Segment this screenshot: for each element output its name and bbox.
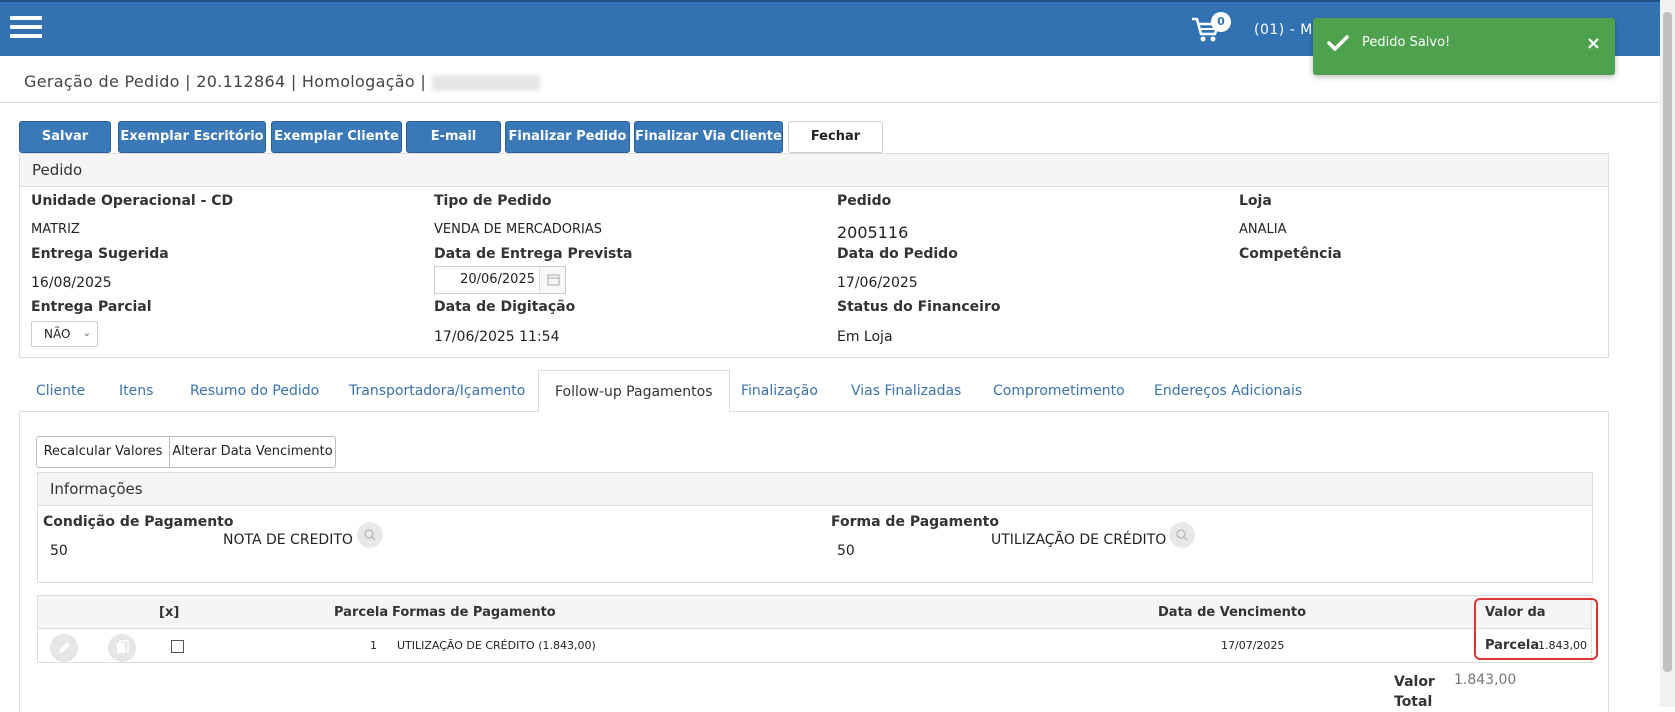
close-icon[interactable]: × <box>1586 33 1601 54</box>
pedido-label: Pedido <box>837 193 892 209</box>
page-title-text: Geração de Pedido | 20.112864 | Homologa… <box>24 72 427 91</box>
forma-pagamento-code: 50 <box>837 543 855 559</box>
loja-value: ANALIA <box>1239 222 1287 237</box>
vencimento-cell: 17/07/2025 <box>1221 639 1285 652</box>
pedido-number: 2005116 <box>837 223 909 242</box>
forma-cell: UTILIZAÇÃO DE CRÉDITO (1.843,00) <box>397 639 596 652</box>
parcelas-table: [x] Parcela Formas de Pagamento Data de … <box>37 595 1592 663</box>
valor-total-label-line1: Valor <box>1394 674 1435 690</box>
data-entrega-prevista-label: Data de Entrega Prevista <box>434 246 633 262</box>
valor-total-label: Valor Total <box>1394 672 1435 712</box>
tab-resumo-pedido[interactable]: Resumo do Pedido <box>190 370 319 412</box>
data-pedido-value: 17/06/2025 <box>837 275 918 291</box>
tab-follow-up-pagamentos[interactable]: Follow-up Pagamentos <box>538 370 730 413</box>
select-column-header[interactable]: [x] <box>159 596 179 629</box>
unidade-label: Unidade Operacional - CD <box>31 193 234 209</box>
copy-icon[interactable] <box>108 634 136 662</box>
data-entrega-prevista-value: 20/06/2025 <box>460 272 535 287</box>
status-financeiro-label: Status do Financeiro <box>837 299 1001 315</box>
check-icon <box>1327 35 1349 51</box>
entrega-parcial-label: Entrega Parcial <box>31 299 152 315</box>
entrega-sugerida-value: 16/08/2025 <box>31 275 112 291</box>
forma-pagamento-label: Forma de Pagamento <box>831 514 999 530</box>
search-icon[interactable] <box>357 522 383 548</box>
tab-vias-finalizadas[interactable]: Vias Finalizadas <box>851 370 961 412</box>
forma-pagamento-desc: UTILIZAÇÃO DE CRÉDITO <box>991 532 1167 548</box>
pedido-panel: Pedido <box>19 153 1609 358</box>
competencia-label: Competência <box>1239 246 1342 262</box>
parcela-column-header: Parcela <box>334 605 389 620</box>
page-title: Geração de Pedido | 20.112864 | Homologa… <box>24 72 541 91</box>
save-button[interactable]: Salvar <box>19 121 111 153</box>
calendar-icon[interactable] <box>539 267 565 293</box>
data-pedido-label: Data do Pedido <box>837 246 958 262</box>
table-header: [x] Parcela Formas de Pagamento Data de … <box>38 596 1591 653</box>
finalizar-pedido-button[interactable]: Finalizar Pedido <box>505 121 630 153</box>
panel-title: Pedido <box>20 154 1608 187</box>
recalcular-valores-button[interactable]: Recalcular Valores <box>37 437 170 467</box>
row-checkbox[interactable] <box>171 640 184 653</box>
tab-itens[interactable]: Itens <box>119 370 153 412</box>
status-financeiro-value: Em Loja <box>837 329 893 345</box>
vencimento-column-header: Data de Vencimento <box>1158 605 1307 620</box>
email-button[interactable]: E-mail <box>406 121 501 153</box>
valor-total-value: 1.843,00 <box>1454 672 1517 688</box>
vertical-scrollbar[interactable] <box>1660 0 1675 707</box>
tab-comprometimento[interactable]: Comprometimento <box>993 370 1125 412</box>
panel-title: Informações <box>38 473 1592 506</box>
toast-message: Pedido Salvo! <box>1362 35 1451 50</box>
tab-transportadora[interactable]: Transportadora/Içamento <box>349 370 525 412</box>
tab-bar: Cliente Itens Resumo do Pedido Transport… <box>19 370 1609 413</box>
tipo-pedido-value: VENDA DE MERCADORIAS <box>434 222 603 237</box>
tab-enderecos-adicionais[interactable]: Endereços Adicionais <box>1154 370 1302 412</box>
parcela-cell: 1 <box>370 639 377 652</box>
search-icon[interactable] <box>1169 522 1195 548</box>
tab-finalizacao[interactable]: Finalização <box>741 370 818 412</box>
data-digitacao-value: 17/06/2025 11:54 <box>434 329 560 345</box>
data-digitacao-label: Data de Digitação <box>434 299 576 315</box>
condicao-pagamento-desc: NOTA DE CREDITO <box>223 532 353 548</box>
tipo-pedido-label: Tipo de Pedido <box>434 193 552 209</box>
edit-icon[interactable] <box>50 634 78 662</box>
highlight-annotation <box>1474 598 1598 660</box>
tab-cliente[interactable]: Cliente <box>36 370 85 412</box>
unidade-value: MATRIZ <box>31 222 80 237</box>
formas-column-header: Formas de Pagamento <box>392 605 556 620</box>
exemplar-escritorio-button[interactable]: Exemplar Escritório <box>118 121 266 153</box>
finalizar-via-cliente-button[interactable]: Finalizar Via Cliente <box>634 121 783 153</box>
divider <box>0 102 1660 103</box>
entrega-parcial-value: NÃO <box>44 327 71 341</box>
alterar-data-vencimento-button[interactable]: Alterar Data Vencimento <box>170 437 335 467</box>
entrega-parcial-select[interactable]: NÃO ⌄ <box>31 321 98 347</box>
cart-count-badge: 0 <box>1211 12 1231 32</box>
informacoes-panel: Informações <box>37 472 1593 583</box>
chevron-down-icon: ⌄ <box>82 328 91 339</box>
loja-label: Loja <box>1239 193 1272 209</box>
scrollbar-thumb[interactable] <box>1663 12 1672 672</box>
data-entrega-prevista-input[interactable]: 20/06/2025 <box>434 266 566 294</box>
button-group: Recalcular Valores Alterar Data Vencimen… <box>36 436 336 468</box>
close-button[interactable]: Fechar <box>788 121 883 153</box>
menu-icon[interactable] <box>10 16 42 40</box>
condicao-pagamento-label: Condição de Pagamento <box>43 514 234 530</box>
condicao-pagamento-code: 50 <box>50 543 68 559</box>
redacted-text <box>432 74 541 91</box>
success-toast: Pedido Salvo! × <box>1313 18 1615 75</box>
entrega-sugerida-label: Entrega Sugerida <box>31 246 169 262</box>
exemplar-cliente-button[interactable]: Exemplar Cliente <box>271 121 402 153</box>
valor-total-label-line2: Total <box>1394 694 1433 710</box>
